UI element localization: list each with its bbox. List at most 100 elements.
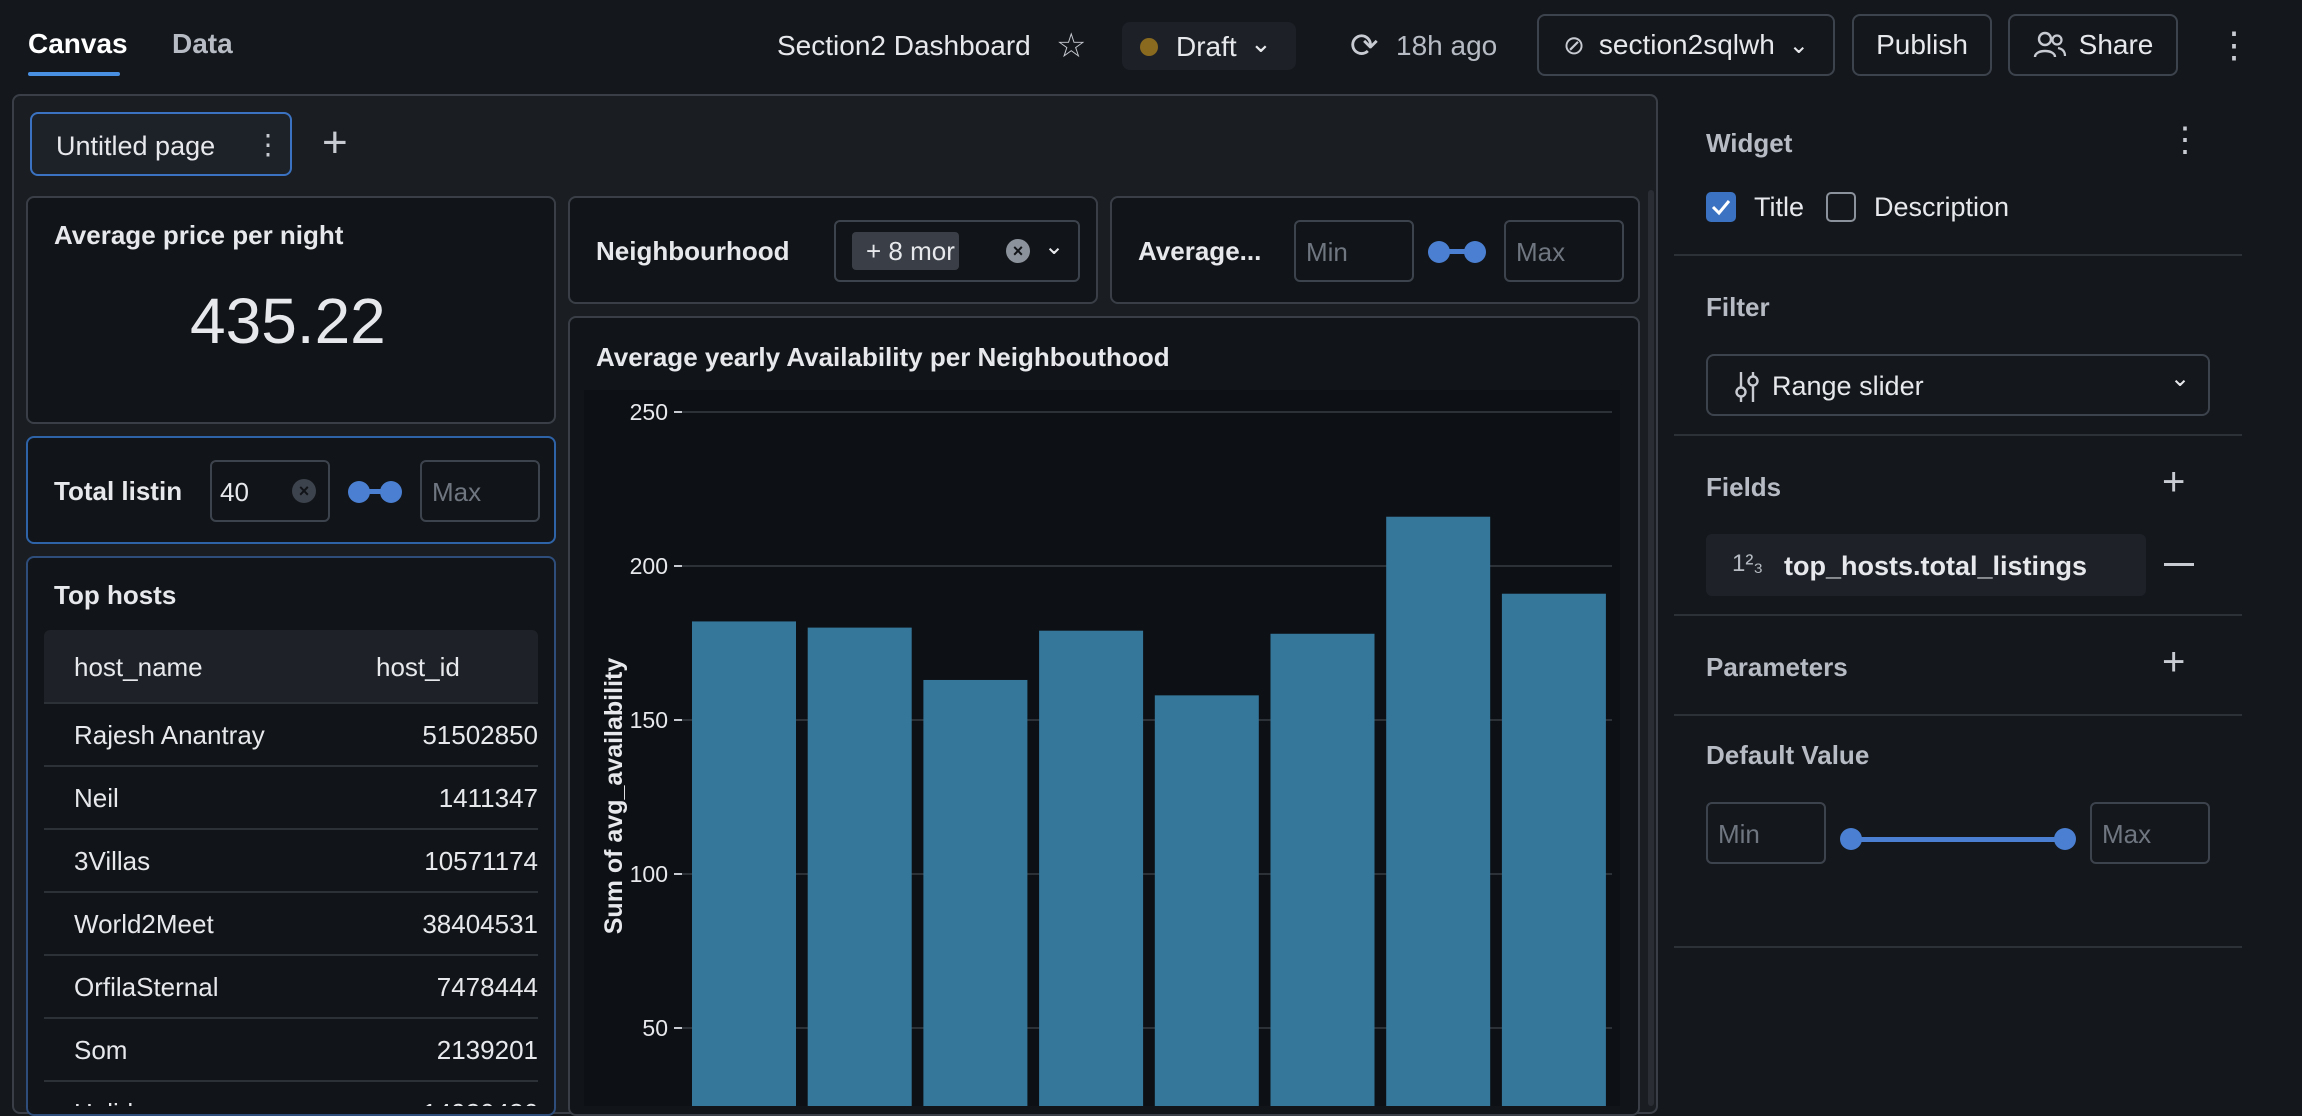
cell-host-name: Neil <box>74 783 119 813</box>
cell-host-name: 3Villas <box>74 846 151 876</box>
cell-host-id: 51502850 <box>422 720 538 750</box>
status-dropdown[interactable]: Draft ⌄ <box>1122 22 1296 70</box>
range-slider-handle-max[interactable] <box>1464 241 1486 263</box>
title-checkbox-label: Title <box>1754 192 1805 222</box>
people-icon <box>2033 31 2066 58</box>
default-range-track[interactable] <box>1850 837 2068 842</box>
divider <box>1674 254 2242 256</box>
numeric-type-icon: 1²₃ <box>1732 550 1764 577</box>
bar[interactable] <box>1154 695 1259 1106</box>
more-options-icon[interactable]: ⋮ <box>2216 24 2252 66</box>
status-label: Draft <box>1176 31 1237 62</box>
cell-host-name: Holidu <box>74 1098 148 1106</box>
cell-host-id: 14930436 <box>422 1098 538 1106</box>
add-field-icon[interactable]: + <box>2162 460 2185 505</box>
dashboard-title[interactable]: Section2 Dashboard <box>777 30 1031 62</box>
table-row[interactable]: OrfilaSternal 7478444 <box>44 954 538 1018</box>
slider-settings-icon <box>1735 372 1759 402</box>
table-row[interactable]: World2Meet 38404531 <box>44 891 538 955</box>
draft-status-dot <box>1140 38 1158 56</box>
y-tick-label: 200 <box>630 553 668 579</box>
star-icon[interactable]: ☆ <box>1056 26 1086 66</box>
max-input[interactable]: Max <box>1504 220 1624 282</box>
selected-values-chip: + 8 mor <box>852 232 959 270</box>
parameters-heading: Parameters <box>1706 652 1848 682</box>
warehouse-select-button[interactable]: ⊘ section2sqlwh ⌄ <box>1537 14 1835 76</box>
chip-label: + 8 mor <box>866 236 955 266</box>
min-placeholder: Min <box>1306 237 1348 267</box>
cell-host-name: World2Meet <box>74 909 214 939</box>
bar[interactable] <box>1039 630 1144 1106</box>
y-tick-label: 50 <box>642 1015 668 1041</box>
min-input[interactable]: Min <box>1294 220 1414 282</box>
widget-settings-panel <box>1672 94 2302 1106</box>
min-placeholder: Min <box>1718 819 1760 849</box>
clear-icon[interactable]: × <box>1006 239 1030 263</box>
filter-label: Neighbourhood <box>596 236 790 266</box>
table-row[interactable]: Som 2139201 <box>44 1017 538 1081</box>
table-row[interactable]: Neil 1411347 <box>44 765 538 829</box>
remove-field-icon[interactable] <box>2164 563 2194 566</box>
table-row[interactable]: 3Villas 10571174 <box>44 828 538 892</box>
range-slider-handle-min[interactable] <box>1428 241 1450 263</box>
bar[interactable] <box>1270 633 1375 1106</box>
filter-heading: Filter <box>1706 292 1770 322</box>
neighbourhood-select[interactable]: + 8 mor × ⌄ <box>834 220 1080 282</box>
table-row[interactable]: Rajesh Anantray 51502850 <box>44 702 538 766</box>
y-tick-label: 250 <box>630 399 668 425</box>
y-tick-label: 100 <box>630 861 668 887</box>
divider <box>1674 614 2242 616</box>
cell-host-id: 2139201 <box>436 1035 538 1065</box>
bar[interactable] <box>1386 516 1491 1106</box>
warehouse-icon: ⊘ <box>1563 29 1585 60</box>
bar[interactable] <box>1501 593 1606 1106</box>
chevron-down-icon: ⌄ <box>1788 31 1809 59</box>
cell-host-name: OrfilaSternal <box>74 972 219 1002</box>
divider <box>1674 714 2242 716</box>
chevron-down-icon: ⌄ <box>1250 28 1272 58</box>
widget-heading: Widget <box>1706 128 1793 158</box>
bar[interactable] <box>807 627 912 1106</box>
default-range-handle-max[interactable] <box>2054 828 2076 850</box>
default-range-handle-min[interactable] <box>1840 828 1862 850</box>
check-icon <box>1711 200 1731 216</box>
y-tick-label: 150 <box>630 707 668 733</box>
refresh-time: 18h ago <box>1396 30 1498 61</box>
cell-host-id: 38404531 <box>422 909 538 939</box>
neighbourhood-filter[interactable]: Neighbourhood + 8 mor × ⌄ <box>568 196 1098 304</box>
publish-button[interactable]: Publish <box>1852 14 1992 76</box>
filter-type-select[interactable]: Range slider ⌄ <box>1706 354 2210 416</box>
description-checkbox[interactable] <box>1826 192 1856 222</box>
bar[interactable] <box>923 679 1028 1106</box>
cell-host-id: 7478444 <box>436 972 538 1002</box>
field-item[interactable]: 1²₃ top_hosts.total_listings <box>1706 534 2146 596</box>
y-axis-label: Sum of avg_availability <box>600 658 628 935</box>
chevron-down-icon: ⌄ <box>1044 233 1065 260</box>
canvas-scrollbar[interactable] <box>1648 190 1654 1106</box>
average-filter[interactable]: Average... Min Max <box>1110 196 1640 304</box>
warehouse-label: section2sqlwh <box>1598 29 1775 60</box>
cell-host-name: Som <box>74 1035 128 1065</box>
title-checkbox[interactable] <box>1706 192 1736 222</box>
bar[interactable] <box>692 621 796 1106</box>
cell-host-name: Rajesh Anantray <box>74 720 265 750</box>
divider <box>1674 434 2242 436</box>
default-max-input[interactable]: Max <box>2090 802 2210 864</box>
filter-type-label: Range slider <box>1772 371 1924 401</box>
table-row[interactable]: Holidu 14930436 <box>44 1080 538 1106</box>
max-placeholder: Max <box>1516 237 1566 267</box>
chevron-down-icon: ⌄ <box>2170 365 2191 392</box>
default-min-input[interactable]: Min <box>1706 802 1826 864</box>
fields-heading: Fields <box>1706 472 1782 502</box>
refresh-icon[interactable]: ⟳ <box>1350 26 1379 66</box>
max-placeholder: Max <box>2102 819 2152 849</box>
widget-options-icon[interactable]: ⋮ <box>2168 120 2202 160</box>
chart-title: Average yearly Availability per Neighbou… <box>596 342 1170 372</box>
add-parameter-icon[interactable]: + <box>2162 640 2185 685</box>
cell-host-id: 1411347 <box>438 783 538 813</box>
cell-host-id: 10571174 <box>424 846 538 876</box>
table-body: Rajesh Anantray 51502850 Neil 1411347 3V… <box>0 0 540 1106</box>
divider <box>1674 946 2242 948</box>
share-button[interactable]: Share <box>2008 14 2178 76</box>
field-name: top_hosts.total_listings <box>1784 551 2088 581</box>
